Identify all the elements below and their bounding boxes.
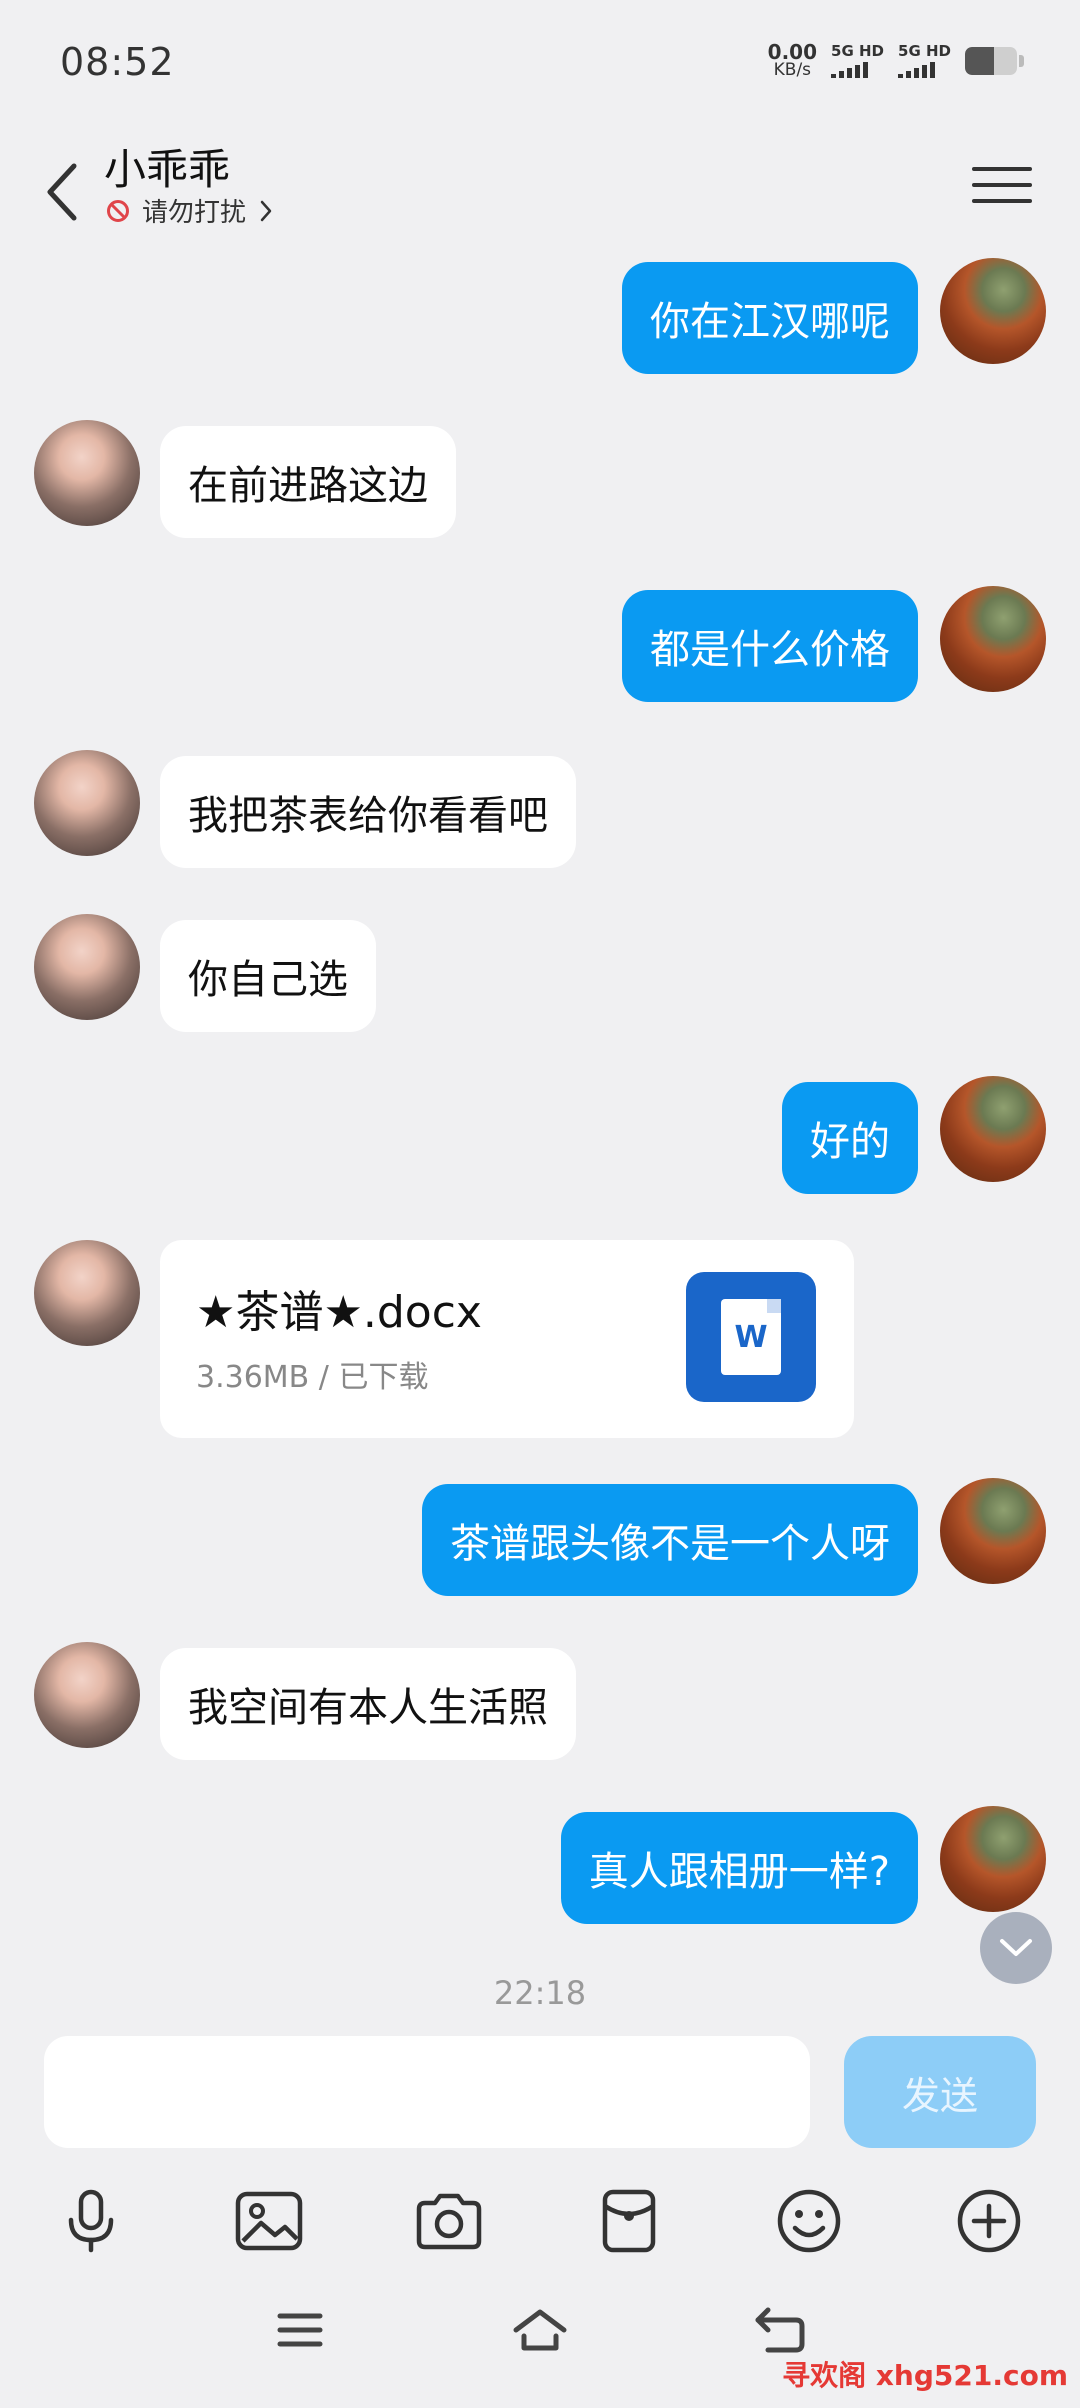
menu-icon [277,2313,323,2347]
voice-button[interactable] [46,2176,136,2266]
message-bubble-other[interactable]: 我把茶表给你看看吧 [160,756,576,868]
contact-avatar[interactable] [34,914,140,1020]
status-bar: 08:52 0.00 KB/s 5G HD 5G HD [0,0,1080,124]
chevron-left-icon [47,163,77,221]
chevron-down-icon [1000,1939,1032,1956]
network-speed: 0.00 KB/s [768,42,817,79]
file-meta: 3.36MB / 已下载 [196,1360,429,1395]
self-avatar[interactable] [940,1478,1046,1584]
microphone-icon [68,2189,114,2253]
message-text: 你在江汉哪呢 [650,299,890,345]
emoji-icon [777,2189,841,2253]
status-text: 请勿打扰 [142,198,247,228]
message-text: 好的 [810,1119,890,1165]
contact-avatar[interactable] [34,1240,140,1346]
image-icon [235,2191,303,2251]
message-bubble-self[interactable]: 好的 [782,1082,918,1194]
status-time: 08:52 [60,40,175,84]
back-button[interactable] [32,144,92,240]
word-document-icon: W [686,1272,816,1402]
message-text: 真人跟相册一样? [588,1849,890,1895]
self-avatar[interactable] [940,258,1046,364]
back-icon [755,2307,805,2353]
message-timestamp: 22:18 [493,1974,587,2012]
recents-button[interactable] [260,2290,340,2370]
chevron-right-icon [260,200,272,221]
message-text: 你自己选 [188,957,348,1003]
sim1-label: 5G HD [831,41,885,60]
self-avatar[interactable] [940,1806,1046,1912]
chat-header: 小乖乖 请勿打扰 [0,124,1080,254]
message-bubble-self[interactable]: 茶谱跟头像不是一个人呀 [422,1484,918,1596]
contact-status[interactable]: 请勿打扰 [106,192,274,229]
system-navigation-bar: 寻欢阁 xhg521.com [0,2290,1080,2408]
message-bubble-self[interactable]: 你在江汉哪呢 [622,262,918,374]
sim1-signal-icon: 5G HD [831,41,885,78]
sim2-signal-icon: 5G HD [898,41,951,78]
file-message-card[interactable]: ★茶谱★.docx 3.36MB / 已下载 W [160,1240,854,1438]
input-toolbar [0,2176,1080,2286]
self-avatar[interactable] [940,586,1046,692]
contact-avatar[interactable] [34,750,140,856]
plus-icon [957,2189,1021,2253]
battery-icon [965,46,1017,75]
message-text: 都是什么价格 [650,627,890,673]
red-packet-icon [602,2189,656,2253]
status-icons: 0.00 KB/s 5G HD 5G HD [768,42,1024,79]
contact-avatar[interactable] [34,420,140,526]
contact-name[interactable]: 小乖乖 [104,136,230,197]
send-button[interactable]: 发送 [844,2036,1036,2148]
message-bubble-other[interactable]: 我空间有本人生活照 [160,1648,576,1760]
network-speed-value: 0.00 [767,40,818,64]
self-avatar[interactable] [940,1076,1046,1182]
message-bubble-other[interactable]: 在前进路这边 [160,426,456,538]
message-text: 我把茶表给你看看吧 [188,793,548,839]
file-name: ★茶谱★.docx [196,1287,482,1338]
home-icon [513,2309,567,2351]
message-bubble-self[interactable]: 都是什么价格 [622,590,918,702]
red-packet-button[interactable] [584,2176,674,2266]
camera-icon [416,2193,482,2250]
camera-button[interactable] [404,2176,494,2266]
more-button[interactable] [944,2176,1034,2266]
do-not-disturb-icon [107,199,129,222]
message-text: 茶谱跟头像不是一个人呀 [450,1521,890,1567]
emoji-button[interactable] [764,2176,854,2266]
message-text: 在前进路这边 [188,463,428,509]
sim2-label: 5G HD [898,41,951,60]
message-text: 我空间有本人生活照 [188,1685,548,1731]
menu-button[interactable] [972,150,1032,220]
contact-avatar[interactable] [34,1642,140,1748]
watermark: 寻欢阁 xhg521.com [782,2359,1068,2392]
message-bubble-other[interactable]: 你自己选 [160,920,376,1032]
message-bubble-self[interactable]: 真人跟相册一样? [560,1812,918,1924]
network-speed-unit: KB/s [773,60,812,80]
file-icon-letter: W [734,1319,768,1355]
message-input[interactable] [44,2036,810,2148]
home-button[interactable] [500,2290,580,2370]
image-button[interactable] [224,2176,314,2266]
